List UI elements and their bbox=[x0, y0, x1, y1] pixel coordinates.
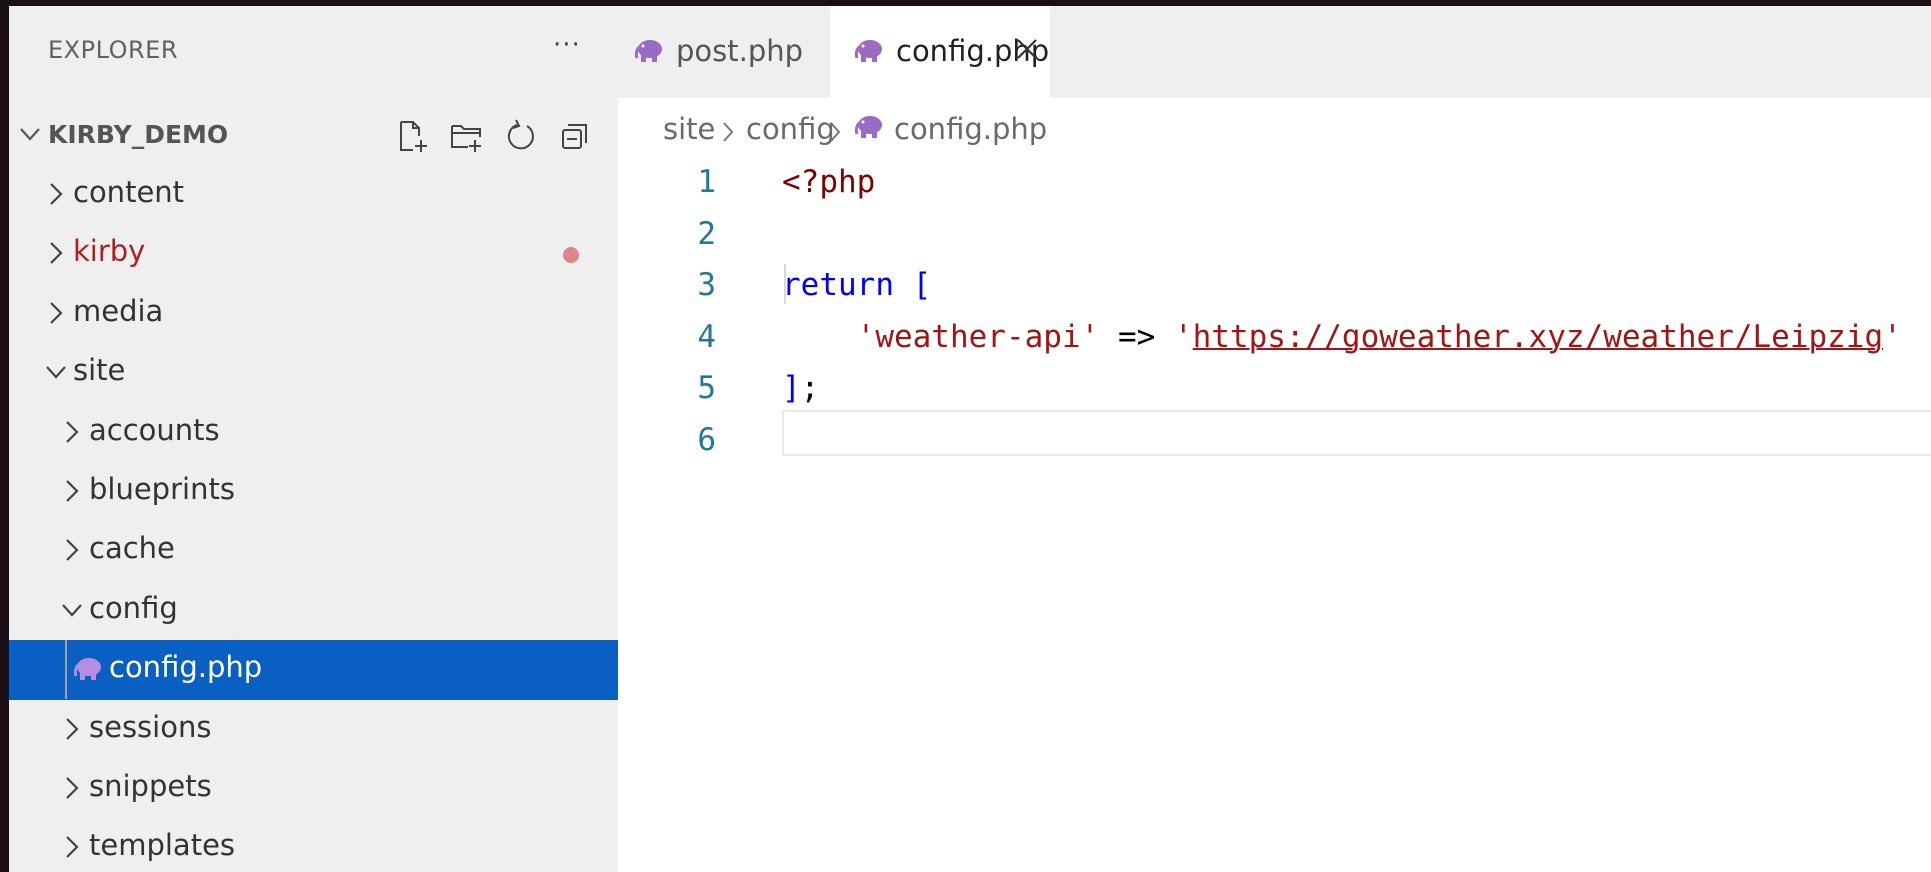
new-folder-icon[interactable] bbox=[447, 116, 487, 156]
tree-folder-cache[interactable]: cache bbox=[9, 521, 618, 580]
tree-folder-sessions[interactable]: sessions bbox=[9, 700, 618, 759]
chevron-down-icon bbox=[20, 128, 40, 141]
code-line: ]; bbox=[782, 370, 819, 406]
tree-item-label: config.php bbox=[109, 650, 263, 685]
explorer-sidebar: EXPLORER ··· KIRBY_DEMO content kirby me… bbox=[9, 6, 618, 872]
chevron-right-icon bbox=[50, 183, 63, 205]
workspace-root[interactable]: KIRBY_DEMO bbox=[9, 112, 618, 158]
tree-item-label: cache bbox=[89, 531, 175, 566]
chevron-right-icon bbox=[66, 777, 79, 799]
indent-guide bbox=[65, 640, 67, 700]
code-line: <?php bbox=[782, 164, 875, 200]
tree-folder-snippets[interactable]: snippets bbox=[9, 759, 618, 818]
chevron-right-icon bbox=[66, 836, 79, 859]
code-token: return bbox=[782, 267, 894, 304]
tree-folder-kirby[interactable]: kirby bbox=[9, 224, 618, 283]
code-editor[interactable]: 1 2 3 4 5 6 <?php return [ 'weather-api' => 'h… bbox=[618, 154, 1931, 872]
line-number: 5 bbox=[697, 370, 716, 407]
collapse-all-icon[interactable] bbox=[555, 116, 595, 156]
tree-file-config-php[interactable]: config.php bbox=[9, 640, 618, 700]
breadcrumb: site config config.php bbox=[618, 98, 1931, 154]
line-number: 1 bbox=[697, 164, 716, 200]
tab-bar: post.php config.php bbox=[618, 6, 1931, 98]
refresh-icon[interactable] bbox=[501, 116, 541, 156]
tree-item-label: content bbox=[73, 175, 185, 209]
file-tree: content kirby media site accounts blueprints c… bbox=[9, 165, 618, 872]
php-elephant-icon bbox=[854, 40, 882, 62]
tree-item-label: kirby bbox=[73, 234, 146, 269]
tree-folder-templates[interactable]: templates bbox=[9, 818, 618, 872]
php-elephant-icon bbox=[634, 40, 662, 62]
tree-item-label: site bbox=[73, 353, 126, 388]
tree-item-label: snippets bbox=[89, 768, 212, 803]
tree-item-label: blueprints bbox=[89, 471, 235, 506]
chevron-right-icon bbox=[66, 480, 79, 502]
php-elephant-icon bbox=[854, 116, 882, 138]
code-token: <?php bbox=[782, 164, 876, 200]
line-number: 6 bbox=[697, 422, 716, 458]
tree-item-label: templates bbox=[89, 828, 236, 863]
tree-item-label: accounts bbox=[89, 412, 220, 447]
explorer-title: EXPLORER bbox=[48, 36, 178, 64]
line-number: 4 bbox=[697, 318, 716, 355]
breadcrumb-item[interactable]: config.php bbox=[894, 112, 1047, 146]
line-number: 2 bbox=[697, 215, 716, 252]
current-line-highlight bbox=[782, 410, 1931, 456]
tab-post-php[interactable]: post.php bbox=[618, 6, 830, 98]
tree-folder-content[interactable]: content bbox=[9, 165, 618, 224]
more-actions-button[interactable]: ··· bbox=[553, 30, 581, 60]
line-number: 3 bbox=[697, 267, 716, 304]
tab-config-php[interactable]: config.php bbox=[830, 6, 1050, 98]
chevron-right-icon bbox=[50, 302, 63, 324]
code-token: ] bbox=[782, 370, 801, 407]
chevron-right-icon bbox=[50, 242, 63, 265]
tree-item-label: media bbox=[73, 293, 164, 328]
code-link[interactable]: https://goweather.xyz/weather/Leipzig bbox=[1193, 319, 1884, 355]
workspace-root-label: KIRBY_DEMO bbox=[48, 120, 229, 149]
tree-folder-config[interactable]: config bbox=[9, 581, 618, 640]
tree-folder-accounts[interactable]: accounts bbox=[9, 403, 618, 462]
chevron-right-icon bbox=[66, 717, 79, 740]
tree-item-label: sessions bbox=[89, 709, 212, 744]
vscode-window: EXPLORER ··· KIRBY_DEMO content kirby me… bbox=[9, 6, 1931, 872]
code-token: [ bbox=[893, 267, 932, 304]
code-token: ' bbox=[1883, 318, 1902, 355]
code-token: ' bbox=[1173, 318, 1193, 355]
close-icon[interactable] bbox=[1014, 36, 1040, 62]
tree-folder-media[interactable]: media bbox=[9, 284, 618, 343]
tree-item-label: config bbox=[89, 590, 178, 625]
tree-folder-site[interactable]: site bbox=[9, 343, 618, 402]
php-elephant-icon bbox=[73, 658, 101, 681]
breadcrumb-item[interactable]: config bbox=[746, 112, 835, 146]
chevron-right-icon bbox=[723, 122, 734, 142]
chevron-right-icon bbox=[830, 122, 841, 142]
chevron-right-icon bbox=[66, 420, 79, 443]
chevron-down-icon bbox=[46, 366, 66, 379]
modified-indicator-dot bbox=[563, 247, 579, 264]
root-actions bbox=[393, 116, 595, 156]
chevron-down-icon bbox=[62, 603, 82, 617]
new-file-icon[interactable] bbox=[393, 116, 433, 156]
code-line: return [ bbox=[782, 267, 931, 303]
tree-folder-blueprints[interactable]: blueprints bbox=[9, 462, 618, 521]
chevron-right-icon bbox=[66, 539, 79, 562]
code-token: ; bbox=[800, 370, 820, 407]
breadcrumb-item[interactable]: site bbox=[663, 112, 715, 146]
tab-label: post.php bbox=[676, 34, 804, 68]
code-token: 'weather-api' bbox=[782, 318, 1100, 355]
code-line: 'weather-api' => 'https://goweather.xyz/… bbox=[782, 319, 1902, 355]
code-token: => bbox=[1099, 318, 1174, 355]
